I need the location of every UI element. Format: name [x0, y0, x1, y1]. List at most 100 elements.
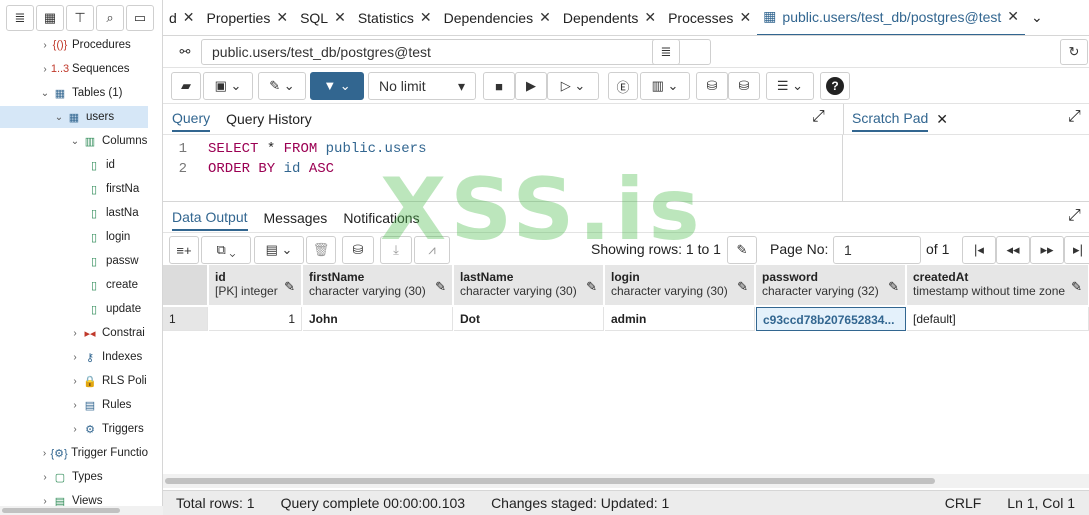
tab-processes[interactable]: Processes ✕: [662, 0, 757, 35]
download-button[interactable]: ⤓: [380, 236, 412, 264]
chevron-icon[interactable]: ›: [68, 328, 82, 339]
tree-view-icon[interactable]: ⊤: [66, 5, 94, 31]
close-icon[interactable]: ✕: [420, 9, 432, 26]
tree-item[interactable]: › 1..3 Sequences: [0, 58, 148, 80]
row-number[interactable]: 1: [163, 307, 208, 331]
chevron-icon[interactable]: ›: [38, 40, 52, 51]
cell-password[interactable]: c93ccd78b207652834...: [756, 307, 906, 331]
chevron-icon[interactable]: ⌄: [52, 112, 66, 123]
tab-data-output[interactable]: Data Output: [172, 209, 248, 231]
page-input[interactable]: 1: [833, 236, 921, 264]
scrollbar-thumb[interactable]: [165, 478, 935, 484]
row-header-corner[interactable]: [163, 265, 208, 305]
pencil-icon[interactable]: ✎: [586, 279, 597, 295]
tab-query-tool[interactable]: ▦ public.users/test_db/postgres@test ✕: [757, 0, 1026, 35]
database-icon[interactable]: ≣: [652, 39, 680, 65]
tree-item[interactable]: ▯ id: [0, 154, 148, 176]
last-page-button[interactable]: ▸|: [1064, 236, 1089, 264]
tree-item[interactable]: › 🔒 RLS Poli: [0, 370, 148, 392]
connection-select[interactable]: public.users/test_db/postgres@test: [201, 39, 711, 65]
pencil-icon[interactable]: ✎: [888, 279, 899, 295]
pencil-icon[interactable]: ✎: [284, 279, 295, 295]
explain-button[interactable]: ▷ ⌄: [547, 72, 599, 100]
column-header-lastname[interactable]: lastName character varying (30) ✎: [454, 265, 604, 305]
close-icon[interactable]: ✕: [334, 9, 346, 26]
paste-button[interactable]: ▤ ⌄: [254, 236, 304, 264]
tree-item[interactable]: › ▤ Rules: [0, 394, 148, 416]
pencil-icon[interactable]: ✎: [737, 279, 748, 295]
filter-button[interactable]: ▼ ⌄: [310, 72, 364, 100]
prev-page-button[interactable]: ◂◂: [996, 236, 1030, 264]
tab-sql[interactable]: SQL ✕: [294, 0, 352, 35]
chevron-icon[interactable]: ›: [68, 376, 82, 387]
add-row-button[interactable]: ≡+: [169, 236, 199, 264]
chevron-icon[interactable]: ›: [68, 424, 82, 435]
pencil-icon[interactable]: ✎: [1071, 279, 1082, 295]
tree-item[interactable]: › ▸◂ Constrai: [0, 322, 148, 344]
pencil-icon[interactable]: ✎: [435, 279, 446, 295]
tree-item[interactable]: ⌄ ▦ Tables (1): [0, 82, 148, 104]
tree-item[interactable]: › ⚙ Triggers: [0, 418, 148, 440]
column-header-password[interactable]: password character varying (32) ✎: [756, 265, 906, 305]
edit-rows-button[interactable]: ✎: [727, 236, 757, 264]
search-icon[interactable]: ⌕: [96, 5, 124, 31]
chevron-icon[interactable]: ⌄: [38, 88, 52, 99]
chevron-icon[interactable]: ›: [38, 496, 52, 507]
tree-item[interactable]: ▯ update: [0, 298, 148, 320]
cell-createdat[interactable]: [default]: [907, 307, 1089, 331]
stop-button[interactable]: ■: [483, 72, 515, 100]
save-file-button[interactable]: ▣ ⌄: [203, 72, 253, 100]
tab-query[interactable]: Query: [172, 110, 211, 132]
close-icon[interactable]: ✕: [644, 9, 656, 26]
tree-item[interactable]: ›{()} Procedures: [0, 34, 148, 56]
tree-item[interactable]: ▯ lastNa: [0, 202, 148, 224]
chevron-icon[interactable]: ›: [38, 472, 52, 483]
tree-item[interactable]: ▯ passw: [0, 250, 148, 272]
tree-item[interactable]: › ⚷ Indexes: [0, 346, 148, 368]
cell-login[interactable]: admin: [605, 307, 755, 331]
chevron-icon[interactable]: ⌄: [68, 136, 82, 147]
tab-dependencies[interactable]: Dependencies ✕: [438, 0, 557, 35]
tab-notifications[interactable]: Notifications: [343, 210, 419, 230]
horizontal-scrollbar[interactable]: [163, 474, 1089, 488]
chevron-icon[interactable]: ›: [68, 352, 82, 363]
cell-id[interactable]: 1: [209, 307, 302, 331]
close-icon[interactable]: ✕: [936, 111, 948, 132]
tab-statistics[interactable]: Statistics ✕: [352, 0, 438, 35]
refresh-icon[interactable]: ↻: [1060, 39, 1088, 65]
sql-editor[interactable]: 1 2 SELECT * FROM public.users ORDER BY …: [163, 135, 843, 201]
open-file-button[interactable]: ▰: [171, 72, 201, 100]
execute-button[interactable]: ▶: [515, 72, 547, 100]
close-icon[interactable]: ✕: [739, 9, 751, 26]
explain-analyze-button[interactable]: Ⓔ: [608, 72, 638, 100]
tree-scrollbar[interactable]: [0, 506, 163, 515]
scrollbar-thumb[interactable]: [2, 508, 120, 513]
expand-icon[interactable]: ⤢: [812, 108, 825, 126]
tree-item[interactable]: › {⚙} Trigger Functio: [0, 442, 148, 464]
delete-button[interactable]: 🗑: [306, 236, 336, 264]
scratch-pad-tab[interactable]: Scratch Pad ✕: [852, 110, 948, 132]
close-icon[interactable]: ✕: [276, 9, 288, 26]
tree-item[interactable]: ▯ firstNa: [0, 178, 148, 200]
tab-messages[interactable]: Messages: [264, 210, 328, 230]
row-limit-select[interactable]: No limit ▾: [368, 72, 476, 100]
tab-dependents[interactable]: Dependents ✕: [557, 0, 662, 35]
tree-item[interactable]: › ▢ Types: [0, 466, 148, 488]
copy-button[interactable]: ⧉ ⌄: [201, 236, 251, 264]
help-button[interactable]: ?: [820, 72, 850, 100]
commit-button[interactable]: ⛁: [696, 72, 728, 100]
tabs-overflow-button[interactable]: ⌄: [1025, 0, 1049, 35]
rollback-button[interactable]: ⛁: [728, 72, 760, 100]
line-ending[interactable]: CRLF: [945, 495, 982, 511]
connection-status-icon[interactable]: ⚯: [171, 40, 199, 64]
tree-item[interactable]: ⌄ ▥ Columns: [0, 130, 148, 152]
analyze-button[interactable]: ▥ ⌄: [640, 72, 690, 100]
expand-icon[interactable]: ⤢: [1068, 207, 1081, 225]
tree-item[interactable]: ⌄ ▦ users: [0, 106, 148, 128]
terminal-icon[interactable]: ▭: [126, 5, 154, 31]
tree-item[interactable]: ▯ login: [0, 226, 148, 248]
close-icon[interactable]: ✕: [539, 9, 551, 26]
edit-button[interactable]: ✎ ⌄: [258, 72, 306, 100]
column-header-createdat[interactable]: createdAt timestamp without time zone ✎: [907, 265, 1089, 305]
tab-d[interactable]: d ✕: [163, 0, 201, 35]
